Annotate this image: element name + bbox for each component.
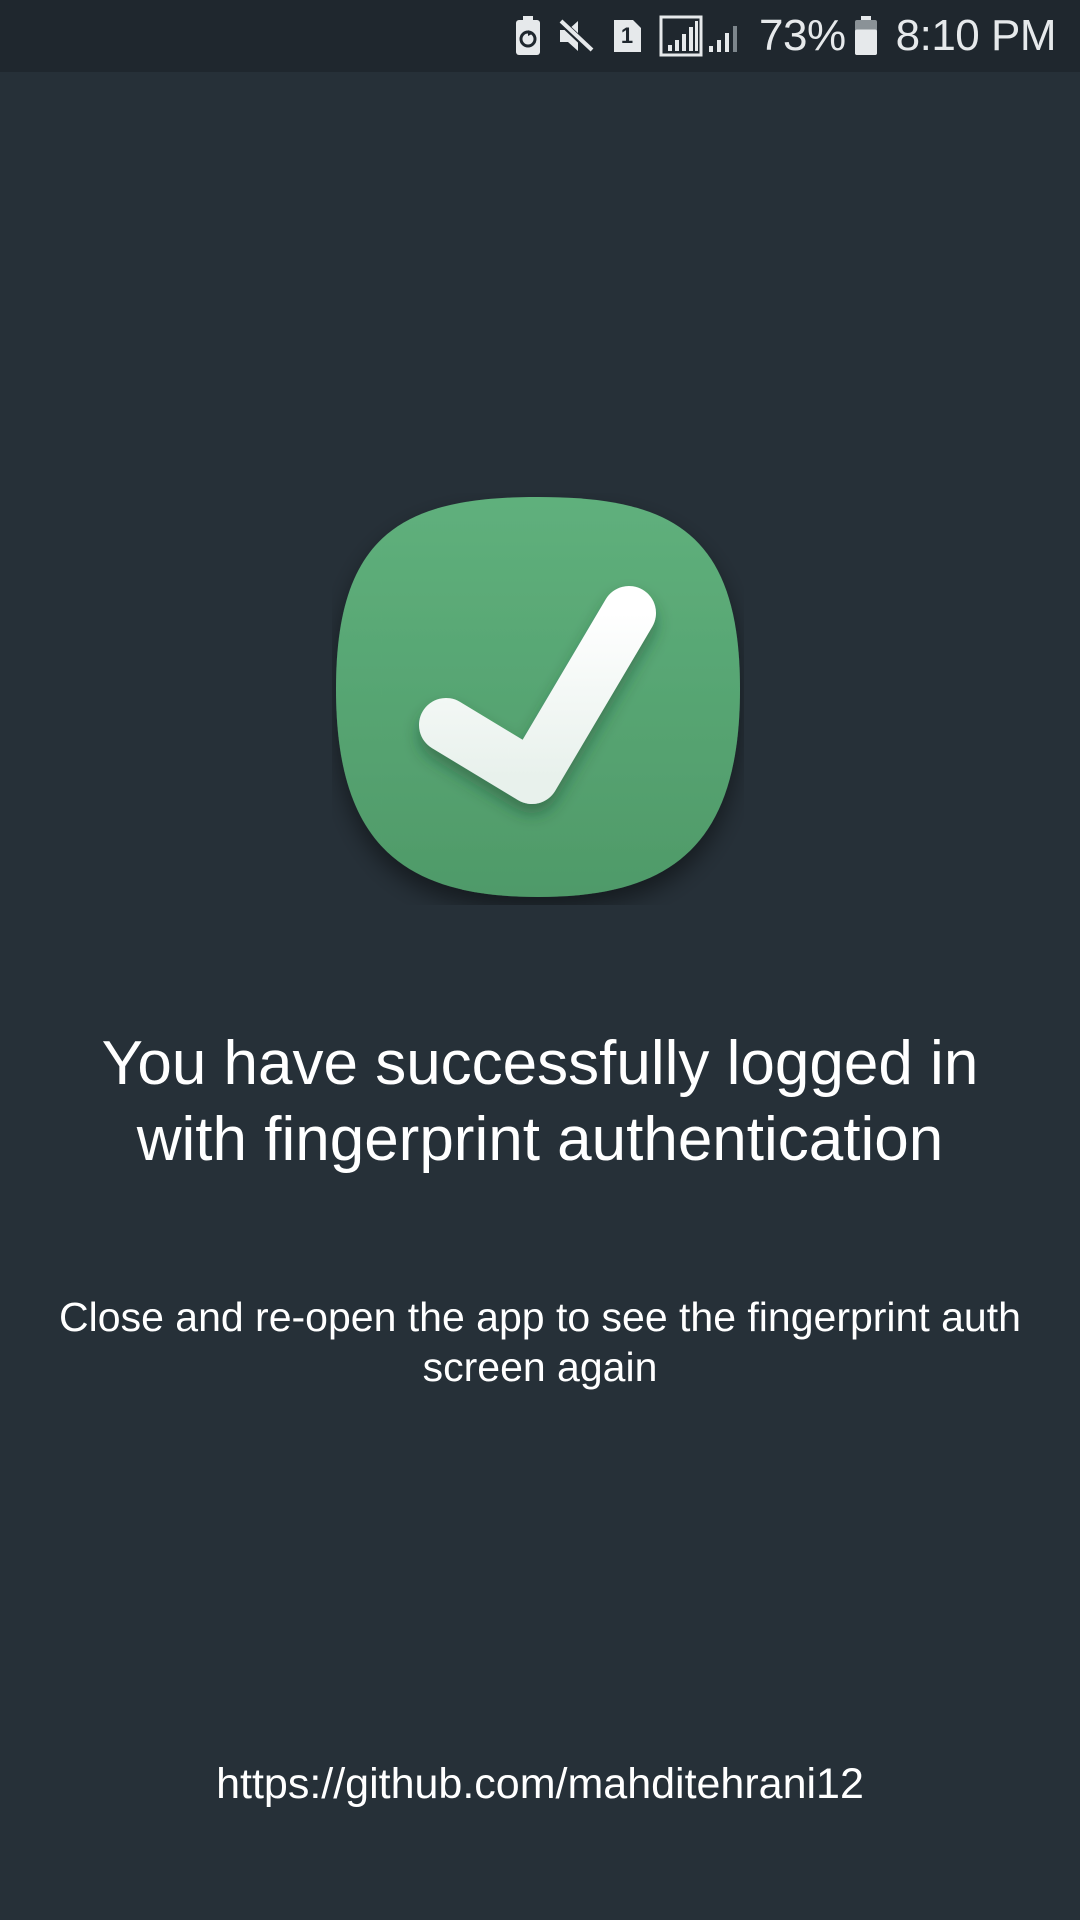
status-icons: 1 73% 8:10 PM bbox=[515, 0, 1057, 72]
battery-fill bbox=[854, 29, 877, 55]
mute-icon bbox=[557, 18, 595, 54]
success-title: You have successfully logged in with fin… bbox=[101, 1029, 979, 1174]
battery-percent: 73% bbox=[759, 11, 846, 60]
battery-saver-icon bbox=[515, 16, 541, 56]
battery-icon bbox=[854, 16, 878, 56]
sim-card-icon: 1 bbox=[611, 18, 643, 54]
reopen-instruction: Close and re-open the app to see the fin… bbox=[59, 1294, 1021, 1390]
signal-sim1-icon bbox=[659, 15, 703, 57]
sim-slot-label: 1 bbox=[620, 23, 634, 48]
github-link[interactable]: https://github.com/mahditehrani12 bbox=[40, 1756, 1040, 1812]
clock: 8:10 PM bbox=[895, 11, 1057, 60]
success-badge bbox=[332, 493, 744, 905]
badge-shape bbox=[336, 497, 740, 897]
signal-sim2-icon bbox=[707, 18, 743, 54]
status-bar: 1 73% 8:10 PM bbox=[0, 0, 1080, 72]
